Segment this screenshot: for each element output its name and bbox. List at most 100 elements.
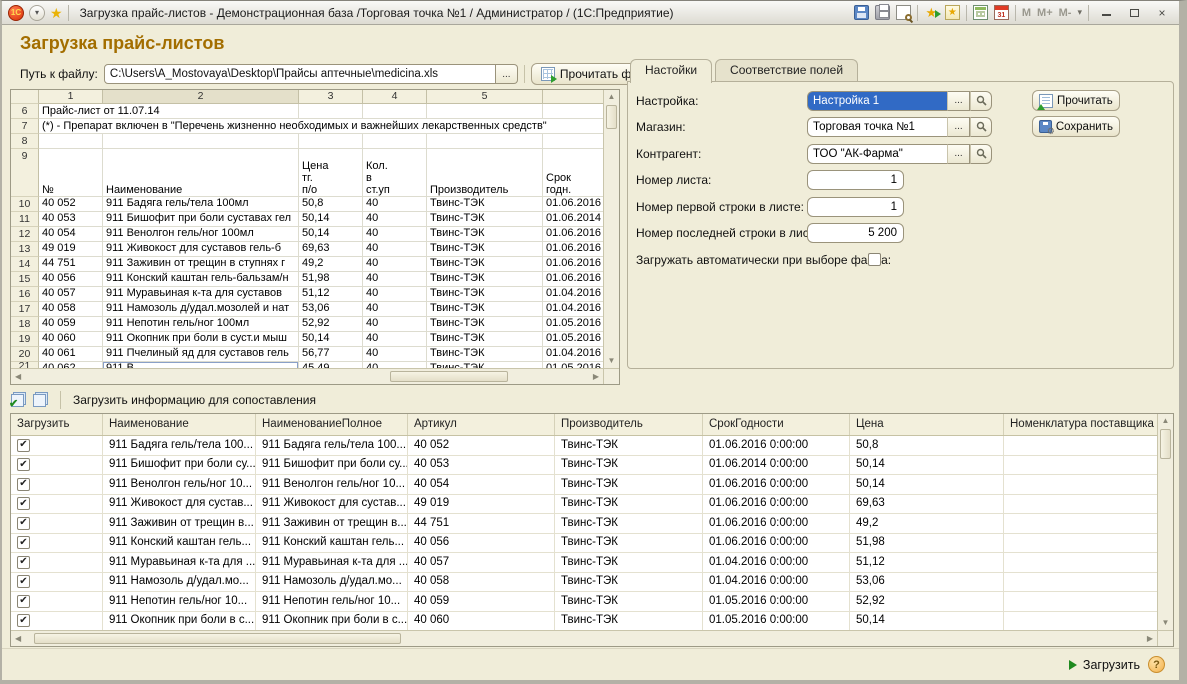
sheet-cell[interactable]: Производитель xyxy=(427,149,543,197)
table-cell[interactable] xyxy=(1004,475,1157,494)
close-button[interactable]: × xyxy=(1151,5,1173,21)
scrollbar-thumb[interactable] xyxy=(34,633,401,644)
table-cell[interactable]: 01.06.2016 0:00:00 xyxy=(703,514,850,533)
sheet-row-number[interactable]: 10 xyxy=(11,197,39,212)
print-icon[interactable] xyxy=(875,5,890,20)
table-cell[interactable]: 50,14 xyxy=(850,612,1004,631)
file-path-input[interactable] xyxy=(104,64,496,84)
sheet-cell[interactable] xyxy=(543,104,603,119)
row-checkbox[interactable]: ✔ xyxy=(17,614,30,627)
sheet-cell[interactable]: 01.04.2016 xyxy=(543,287,603,302)
table-cell[interactable]: Твинс-ТЭК xyxy=(555,456,703,475)
scroll-down-icon[interactable]: ▼ xyxy=(604,357,619,365)
table-cell[interactable]: 911 Конский каштан гель... xyxy=(103,534,256,553)
calendar-icon[interactable]: 31 xyxy=(994,5,1009,20)
scrollbar-thumb[interactable] xyxy=(390,371,508,382)
table-vertical-scrollbar[interactable]: ▲ ▼ xyxy=(1157,414,1173,630)
column-header[interactable]: Номенклатура поставщика xyxy=(1004,414,1157,435)
sheet-cell[interactable]: Срок годн. xyxy=(543,149,603,197)
table-cell[interactable]: 51,98 xyxy=(850,534,1004,553)
lookup-button[interactable] xyxy=(970,117,992,137)
browse-button[interactable]: ... xyxy=(947,144,970,164)
lookup-button[interactable] xyxy=(970,91,992,111)
table-cell[interactable]: 01.04.2016 0:00:00 xyxy=(703,553,850,572)
sheet-row-number[interactable]: 16 xyxy=(11,287,39,302)
sheet-cell[interactable]: Твинс-ТЭК xyxy=(427,257,543,272)
row-checkbox[interactable]: ✔ xyxy=(17,517,30,530)
memory-plus-button[interactable]: M+ xyxy=(1037,7,1053,19)
table-cell[interactable]: 50,14 xyxy=(850,475,1004,494)
table-cell[interactable]: 911 Муравьиная к-та для ... xyxy=(103,553,256,572)
table-cell[interactable]: 911 Муравьиная к-та для ... xyxy=(256,553,408,572)
sheet-row-number[interactable]: 13 xyxy=(11,242,39,257)
sheet-cell[interactable] xyxy=(103,134,299,149)
sheet-cell[interactable]: 911 Живокост для суставов гель-б xyxy=(103,242,299,257)
sheet-vertical-scrollbar[interactable]: ▲ ▼ xyxy=(603,90,619,368)
add-favorite-icon[interactable]: ★ xyxy=(924,5,939,20)
sheet-cell[interactable]: 40 053 xyxy=(39,212,103,227)
table-cell[interactable]: 69,63 xyxy=(850,495,1004,514)
column-header[interactable]: Производитель xyxy=(555,414,703,435)
table-cell[interactable]: 911 Венолгон гель/ног 10... xyxy=(256,475,408,494)
sheet-cell[interactable]: 01.06.2014 xyxy=(543,212,603,227)
sheet-cell[interactable] xyxy=(543,134,603,149)
sheet-cell[interactable]: 01.05.2016 xyxy=(543,332,603,347)
row-checkbox[interactable]: ✔ xyxy=(17,458,30,471)
maximize-button[interactable] xyxy=(1123,5,1145,21)
sheet-cell[interactable]: Твинс-ТЭК xyxy=(427,332,543,347)
sheet-column-header[interactable]: 4 xyxy=(363,90,427,104)
table-cell[interactable]: 40 053 xyxy=(408,456,555,475)
table-row[interactable]: ✔911 Живокост для сустав...911 Живокост … xyxy=(11,495,1157,515)
main-menu-button[interactable]: ▾ xyxy=(29,5,45,21)
table-cell[interactable]: 01.05.2016 0:00:00 xyxy=(703,612,850,631)
table-cell[interactable]: 911 Венолгон гель/ног 10... xyxy=(103,475,256,494)
sheet-cell[interactable] xyxy=(299,134,363,149)
sheet-cell[interactable]: 50,14 xyxy=(299,332,363,347)
table-cell[interactable]: 911 Заживин от трещин в... xyxy=(103,514,256,533)
table-cell[interactable]: 40 058 xyxy=(408,573,555,592)
scrollbar-thumb[interactable] xyxy=(1160,429,1171,459)
table-cell[interactable]: 911 Бишофит при боли су... xyxy=(103,456,256,475)
sheet-cell[interactable]: 911 Заживин от трещин в ступнях г xyxy=(103,257,299,272)
table-cell[interactable]: 911 Бадяга гель/тела 100... xyxy=(103,436,256,455)
memory-minus-button[interactable]: M- xyxy=(1059,7,1072,19)
table-cell[interactable]: Твинс-ТЭК xyxy=(555,495,703,514)
counterparty-input[interactable] xyxy=(807,144,947,164)
table-cell[interactable]: 40 052 xyxy=(408,436,555,455)
sheet-cell[interactable]: Твинс-ТЭК xyxy=(427,272,543,287)
sheet-cell[interactable]: 911 Пчелиный яд для суставов гель xyxy=(103,347,299,362)
table-cell[interactable]: 52,92 xyxy=(850,592,1004,611)
table-cell[interactable]: Твинс-ТЭК xyxy=(555,612,703,631)
load-button[interactable]: Загрузить xyxy=(1069,658,1140,672)
setting-input[interactable] xyxy=(807,91,947,111)
memory-recall-button[interactable]: M xyxy=(1022,7,1031,19)
table-row[interactable]: ✔911 Бадяга гель/тела 100...911 Бадяга г… xyxy=(11,436,1157,456)
table-cell[interactable]: 911 Бишофит при боли су... xyxy=(256,456,408,475)
sheet-cell[interactable]: 01.06.2016 xyxy=(543,242,603,257)
table-cell[interactable]: 40 060 xyxy=(408,612,555,631)
sheet-cell[interactable]: 40 xyxy=(363,227,427,242)
row-checkbox[interactable]: ✔ xyxy=(17,497,30,510)
sheet-cell[interactable]: Цена тг. п/о xyxy=(299,149,363,197)
table-row[interactable]: ✔911 Окопник при боли в с...911 Окопник … xyxy=(11,612,1157,631)
sheet-cell[interactable]: Кол. в ст.уп xyxy=(363,149,427,197)
sheet-horizontal-scrollbar[interactable]: ◀ ▶ xyxy=(11,368,603,384)
scroll-left-icon[interactable]: ◀ xyxy=(15,631,21,646)
table-cell[interactable]: 911 Намозоль д/удал.мо... xyxy=(103,573,256,592)
table-cell[interactable]: 911 Живокост для сустав... xyxy=(256,495,408,514)
sheet-column-header[interactable]: 2 xyxy=(103,90,299,104)
table-cell[interactable]: 40 054 xyxy=(408,475,555,494)
sheet-cell[interactable]: 01.06.2016 xyxy=(543,197,603,212)
sheet-cell[interactable]: 911 Бишофит при боли суставах гел xyxy=(103,212,299,227)
sheet-cell[interactable]: 40 xyxy=(363,257,427,272)
table-cell[interactable]: 01.06.2014 0:00:00 xyxy=(703,456,850,475)
table-row[interactable]: ✔911 Муравьиная к-та для ...911 Муравьин… xyxy=(11,553,1157,573)
save-settings-button[interactable]: ⚙ Сохранить xyxy=(1032,116,1120,137)
store-input[interactable] xyxy=(807,117,947,137)
table-cell[interactable] xyxy=(1004,456,1157,475)
lookup-button[interactable] xyxy=(970,144,992,164)
sheet-cell[interactable]: 44 751 xyxy=(39,257,103,272)
sheet-cell[interactable] xyxy=(363,134,427,149)
table-cell[interactable]: Твинс-ТЭК xyxy=(555,514,703,533)
sheet-cell[interactable]: Твинс-ТЭК xyxy=(427,302,543,317)
